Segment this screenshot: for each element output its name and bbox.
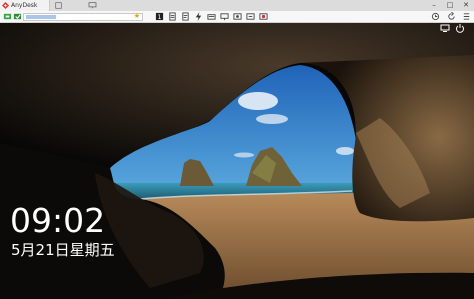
power-icon[interactable] [455, 23, 465, 33]
svg-text:1: 1 [157, 14, 161, 21]
connection-secure-icon[interactable] [13, 12, 22, 21]
monitor-select-icon[interactable]: 1 [155, 12, 164, 21]
address-highlight [26, 15, 56, 19]
new-tab-icon[interactable] [55, 2, 62, 9]
tab-anydesk[interactable]: AnyDesk [0, 0, 50, 11]
reload-icon[interactable] [447, 12, 456, 21]
tab-title: AnyDesk [11, 2, 38, 9]
network-icon[interactable] [440, 23, 450, 33]
menu-icon[interactable] [462, 12, 471, 21]
anydesk-logo-icon [2, 2, 9, 9]
file-icon[interactable] [181, 12, 190, 21]
session-toolbar: ★ 1 [0, 11, 474, 23]
record-icon[interactable] [259, 12, 268, 21]
connection-icon[interactable] [3, 12, 12, 21]
screenshot-icon[interactable] [233, 12, 242, 21]
minimize-icon[interactable]: – [426, 0, 442, 11]
history-icon[interactable] [431, 12, 440, 21]
favorite-star-icon[interactable]: ★ [134, 12, 140, 21]
tab-bar: AnyDesk – □ ✕ [0, 0, 474, 11]
lightning-icon[interactable] [194, 12, 203, 21]
keyboard-icon[interactable] [207, 12, 216, 21]
monitor-tab-icon[interactable] [88, 2, 97, 9]
lock-screen-date: 5月21日星期五 [11, 241, 115, 259]
maximize-icon[interactable]: □ [442, 0, 458, 11]
display-icon[interactable] [220, 12, 229, 21]
lock-screen-time: 09:02 [10, 201, 106, 240]
tools-icon[interactable] [246, 12, 255, 21]
close-icon[interactable]: ✕ [458, 0, 474, 11]
address-field[interactable]: ★ [23, 12, 143, 21]
remote-lock-screen[interactable]: 09:02 5月21日星期五 [0, 23, 474, 299]
chat-icon[interactable] [168, 12, 177, 21]
